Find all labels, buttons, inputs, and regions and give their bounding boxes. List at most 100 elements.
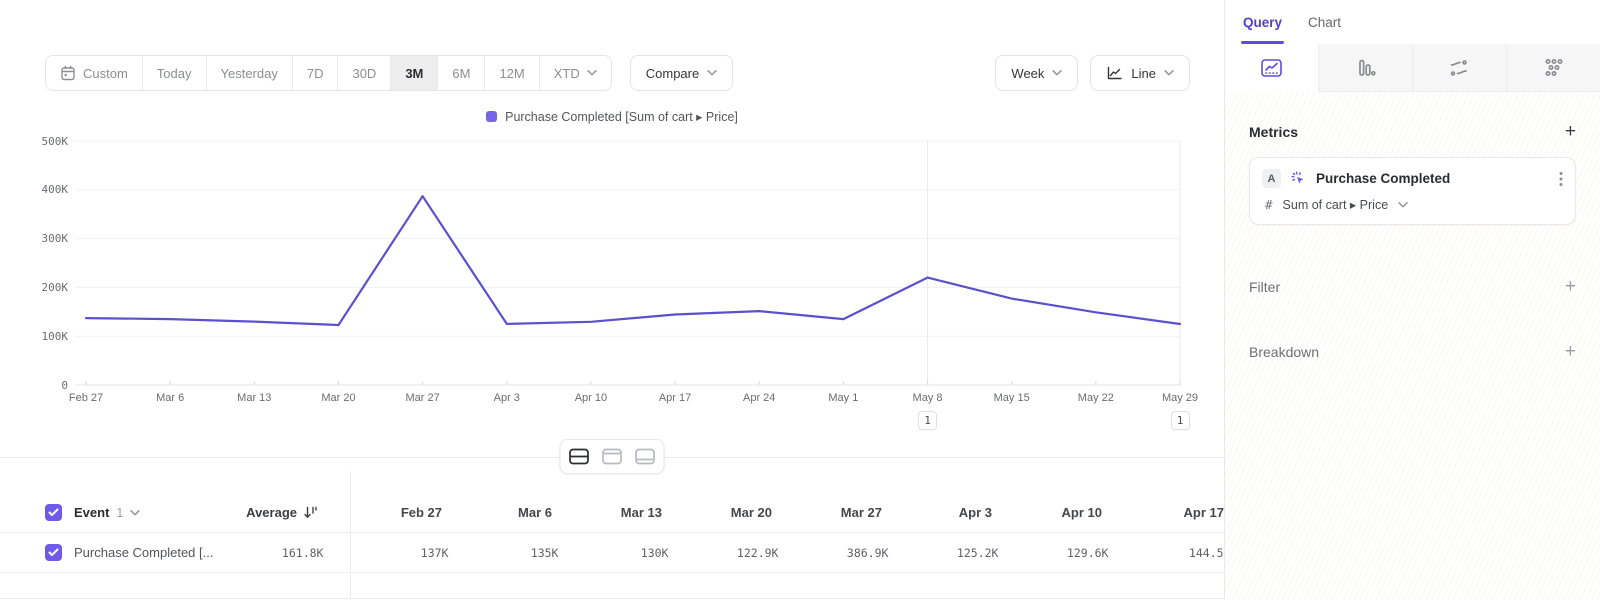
breakdown-section-header: Breakdown + [1249,342,1576,361]
row-event-name: Purchase Completed [... [74,545,213,560]
chart-only-view-button[interactable] [597,443,628,470]
table-only-view-button[interactable] [630,443,661,470]
query-sidebar: Query Chart Metrics + A [1224,0,1600,600]
row-checkbox[interactable] [45,544,62,561]
event-header-cell[interactable]: Event 1 [74,505,207,520]
y-tick-label: 0 [18,379,68,392]
table-cell-value: 135K [448,546,558,560]
tab-bar-chart[interactable] [1318,44,1412,92]
metric-card[interactable]: A Purchase Completed # Sum of cart ▸ Pri… [1249,157,1576,225]
row-event-cell: Purchase Completed [... [74,545,213,560]
x-tick-label: Apr 24 [717,392,801,404]
table-cell-value: 386.9K [778,546,888,560]
x-tick-label: May 29 [1138,392,1222,404]
layout-toggle-group [560,439,665,474]
metric-letter-badge: A [1262,169,1281,188]
custom-event-icon [1290,170,1307,187]
breakdown-title: Breakdown [1249,344,1319,360]
y-tick-label: 400K [18,183,68,196]
x-tick-label: May 8 [886,392,970,404]
metric-aggregation-row[interactable]: # Sum of cart ▸ Price [1262,197,1563,212]
table-date-headers: Feb 27Mar 6Mar 13Mar 20Mar 27Apr 3Apr 10… [332,505,1224,520]
x-tick-label: Apr 3 [465,392,549,404]
metrics-section-header: Metrics + [1249,122,1576,141]
sidebar-tab-query[interactable]: Query [1243,0,1282,44]
metric-name: Purchase Completed [1316,171,1550,186]
table-row[interactable]: Purchase Completed [... 161.8K 137K135K1… [0,533,1224,573]
split-view-icon [569,448,590,465]
chart-type-tabs [1225,44,1600,92]
table-cell-value: 125.2K [888,546,998,560]
x-tick-label: Mar 27 [381,392,465,404]
annotation-badge[interactable]: 1 [918,411,937,430]
date-column-header[interactable]: Mar 27 [772,505,882,520]
x-tick-label: Mar 13 [212,392,296,404]
select-all-checkbox[interactable] [45,504,62,521]
more-charts-icon [1543,57,1565,79]
add-breakdown-button[interactable]: + [1565,342,1576,361]
average-header-label: Average [246,505,297,520]
x-tick-label: Apr 10 [549,392,633,404]
y-tick-label: 100K [18,330,68,343]
date-column-header[interactable]: Mar 13 [552,505,662,520]
event-count: 1 [116,506,123,520]
numeric-property-icon: # [1265,197,1273,212]
add-filter-button[interactable]: + [1565,277,1576,296]
insights-line-icon [1260,57,1283,79]
add-metric-button[interactable]: + [1565,122,1576,141]
table-bottom-border [0,598,1224,599]
sort-icon [304,506,317,519]
chart-svg [0,0,1224,460]
x-tick-label: Mar 20 [296,392,380,404]
main-panel: CustomTodayYesterday7D30D3M6M12MXTD Comp… [0,0,1224,600]
y-tick-label: 300K [18,232,68,245]
table-row-values: 137K135K130K122.9K386.9K125.2K129.6K144.… [338,546,1224,560]
table-cell-value: 137K [338,546,448,560]
table-header-row: Event 1 Average Feb 27Mar 6Mar 13Mar 20M… [0,493,1224,533]
date-column-header[interactable]: Feb 27 [332,505,442,520]
y-tick-label: 200K [18,281,68,294]
sidebar-tabbar: Query Chart [1225,0,1600,44]
tab-flows-chart[interactable] [1412,44,1506,92]
row-average-cell: 161.8K [213,546,323,560]
average-header-cell[interactable]: Average [207,505,317,520]
filter-section-header: Filter + [1249,277,1576,296]
date-column-header[interactable]: Mar 6 [442,505,552,520]
tab-more-chart-types[interactable] [1506,44,1600,92]
table-cell-value: 130K [558,546,668,560]
split-view-button[interactable] [564,443,595,470]
sidebar-content: Metrics + A Purchase Completed # Sum of … [1225,92,1600,361]
row-average-value: 161.8K [282,546,324,560]
x-tick-label: May 22 [1054,392,1138,404]
date-column-header[interactable]: Apr 3 [882,505,992,520]
check-icon [48,508,59,517]
y-tick-label: 500K [18,135,68,148]
x-tick-label: Apr 17 [633,392,717,404]
top-panel-icon [602,448,623,465]
bottom-panel-icon [635,448,656,465]
filter-title: Filter [1249,279,1280,295]
x-tick-label: May 15 [970,392,1054,404]
tab-insights-line-chart[interactable] [1225,44,1318,92]
table-cell-value: 144.5K [1108,546,1224,560]
metric-aggregation-label: Sum of cart ▸ Price [1283,197,1389,212]
event-header-label: Event [74,505,109,520]
table-cell-value: 129.6K [998,546,1108,560]
bar-chart-icon [1355,57,1377,79]
annotation-badge[interactable]: 1 [1171,411,1190,430]
date-column-header[interactable]: Mar 20 [662,505,772,520]
metric-options-kebab-icon[interactable] [1559,171,1563,187]
date-column-header[interactable]: Apr 17 [1102,505,1224,520]
x-tick-label: Feb 27 [44,392,128,404]
metrics-title: Metrics [1249,124,1298,140]
chevron-down-icon [1398,202,1408,208]
sidebar-tab-chart[interactable]: Chart [1308,0,1341,44]
metric-card-main-row: A Purchase Completed [1262,169,1563,188]
table-section: Event 1 Average Feb 27Mar 6Mar 13Mar 20M… [0,457,1224,600]
date-column-header[interactable]: Apr 10 [992,505,1102,520]
check-icon [48,548,59,557]
table-cell-value: 122.9K [668,546,778,560]
flows-icon [1448,57,1471,79]
x-tick-label: Mar 6 [128,392,212,404]
x-tick-label: May 1 [801,392,885,404]
